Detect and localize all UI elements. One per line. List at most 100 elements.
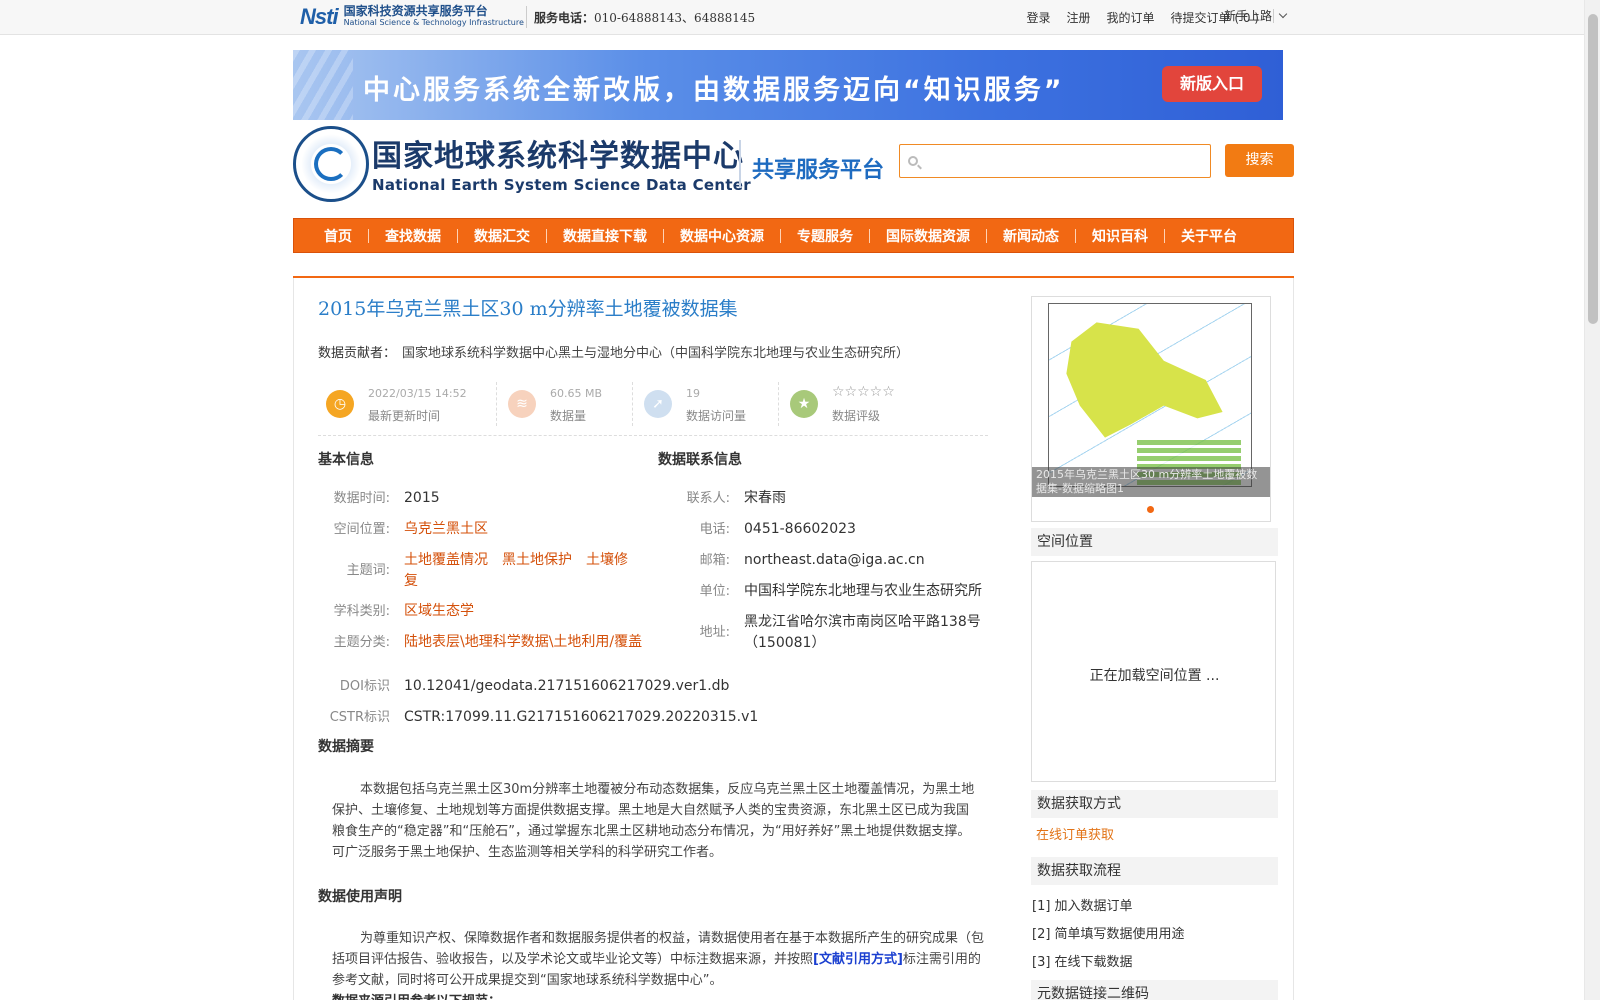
phone-value: 0451-86602023 [744, 521, 856, 537]
nav-item-data-submission[interactable]: 数据汇交 [474, 226, 563, 246]
visit-icon: ➚ [644, 390, 672, 418]
nav-item-direct-download[interactable]: 数据直接下载 [563, 226, 680, 246]
nsti-logo[interactable]: Nsti 国家科技资源共享服务平台 National Science & Tec… [300, 3, 524, 31]
star-icon: ★ [790, 390, 818, 418]
person-value: 宋春雨 [744, 490, 786, 506]
keywords-key: 主题词: [346, 563, 390, 578]
online-order-link[interactable]: 在线订单获取 [1036, 824, 1114, 843]
rating-label: 数据评级 [832, 409, 881, 423]
register-link[interactable]: 注册 [1067, 9, 1091, 26]
time-value: 2015 [404, 490, 440, 506]
keywords-links-cont[interactable]: 复 [404, 571, 418, 592]
chevron-down-icon [1278, 9, 1288, 19]
nav-item-center-resources[interactable]: 数据中心资源 [680, 226, 797, 246]
subject-link[interactable]: 区域生态学 [404, 601, 474, 622]
site-title-cn: 国家地球系统科学数据中心 [372, 139, 744, 174]
rating-stars[interactable]: ☆☆☆☆☆ [832, 384, 895, 400]
nav-label: 数据中心资源 [680, 228, 764, 245]
citation-format-link[interactable]: [文献引用方式] [813, 952, 903, 967]
divider [632, 382, 633, 426]
address-zip: （150081） [744, 635, 826, 651]
banner-decoration [293, 50, 353, 120]
promo-banner[interactable]: 中心服务系统全新改版，由数据服务迈向“知识服务” 新版入口 [293, 50, 1283, 120]
space-link[interactable]: 乌克兰黑土区 [404, 519, 488, 540]
nav-label: 专题服务 [797, 228, 853, 245]
nav-label: 关于平台 [1181, 228, 1237, 245]
layers-icon: ≋ [508, 390, 536, 418]
page-scrollbar[interactable] [1584, 0, 1600, 1000]
newbie-label: 新手上路 [1224, 9, 1273, 23]
scrollbar-thumb[interactable] [1588, 14, 1598, 324]
site-title-en: National Earth System Science Data Cente… [372, 176, 751, 194]
divider [526, 6, 527, 28]
size-label: 数据量 [550, 409, 587, 423]
step-add-to-order[interactable]: [1] 加入数据订单 [1032, 895, 1133, 914]
divider [739, 140, 741, 188]
updated-value: 2022/03/15 14:52 [368, 387, 467, 400]
person-key: 联系人: [686, 491, 730, 506]
abstract-heading: 数据摘要 [318, 739, 374, 755]
address-key: 地址: [699, 625, 730, 640]
visits-value: 19 [686, 387, 700, 400]
thumbnail-carousel[interactable]: 2015年乌克兰黑土区30 m分辨率土地覆被数据集-数据缩略图1 [1031, 296, 1271, 522]
step-fill-usage[interactable]: [2] 简单填写数据使用用途 [1032, 923, 1185, 942]
search-button[interactable]: 搜索 [1225, 144, 1294, 177]
nav-item-about[interactable]: 关于平台 [1181, 226, 1237, 246]
time-key: 数据时间: [333, 491, 390, 506]
login-link[interactable]: 登录 [1027, 9, 1051, 26]
divider [663, 228, 664, 243]
nsti-logo-en: National Science & Technology Infrastruc… [343, 18, 524, 27]
access-heading: 数据获取方式 [1031, 790, 1278, 818]
keywords-links[interactable]: 土地覆盖情况 黑土地保护 土壤修 [404, 550, 628, 571]
nav-label: 知识百科 [1092, 228, 1148, 245]
service-phone: 服务电话：010-64888143、64888145 [534, 9, 755, 26]
divider [986, 228, 987, 243]
updated-label: 最新更新时间 [368, 409, 441, 423]
data-center-logo[interactable] [293, 126, 369, 202]
newbie-dropdown[interactable]: 新手上路 [1224, 7, 1288, 24]
nav-item-find-data[interactable]: 查找数据 [385, 226, 474, 246]
nav-label: 首页 [324, 228, 352, 245]
nav-item-home[interactable]: 首页 [324, 226, 385, 246]
divider [1164, 228, 1165, 243]
main-nav: 首页 查找数据 数据汇交 数据直接下载 数据中心资源 专题服务 国际数据资源 新… [293, 218, 1294, 253]
size-value: 60.65 MB [550, 387, 603, 400]
divider [546, 228, 547, 243]
nav-item-news[interactable]: 新闻动态 [1003, 226, 1092, 246]
address-value: 黑龙江省哈尔滨市南岗区哈平路138号 [744, 614, 981, 630]
nav-item-wiki[interactable]: 知识百科 [1092, 226, 1181, 246]
clock-icon: ◷ [326, 390, 354, 418]
thumbnail-caption: 2015年乌克兰黑土区30 m分辨率土地覆被数据集-数据缩略图1 [1032, 467, 1270, 497]
category-link[interactable]: 陆地表层\地理科学数据\土地利用/覆盖 [404, 632, 642, 653]
divider [496, 382, 497, 426]
usage-heading: 数据使用声明 [318, 889, 402, 905]
qr-heading: 元数据链接二维码 [1031, 980, 1278, 1000]
search-input[interactable] [924, 151, 1204, 173]
carousel-dot[interactable] [1147, 506, 1154, 513]
thumbnail-map-image [1048, 303, 1252, 487]
nav-item-international[interactable]: 国际数据资源 [886, 226, 1003, 246]
subject-key: 学科类别: [333, 604, 390, 619]
doi-value: 10.12041/geodata.217151606217029.ver1.db [404, 678, 730, 694]
my-orders-link[interactable]: 我的订单 [1107, 9, 1155, 26]
doi-key: DOI标识 [339, 679, 390, 694]
new-version-button[interactable]: 新版入口 [1162, 66, 1262, 102]
phone-value: 010-64888143、64888145 [594, 11, 756, 25]
divider [368, 228, 369, 243]
contributor-value: 国家地球系统科学数据中心黑土与湿地分中心（中国科学院东北地理与农业生态研究所） [402, 346, 910, 361]
dataset-stats: ◷ 2022/03/15 14:52 最新更新时间 ≋ 60.65 MB 数据量… [318, 380, 988, 436]
step-download[interactable]: [3] 在线下载数据 [1032, 951, 1133, 970]
stat-updated: ◷ 2022/03/15 14:52 最新更新时间 [318, 382, 488, 426]
unit-key: 单位: [699, 584, 730, 599]
spatial-map[interactable]: 正在加载空间位置 ... [1031, 561, 1276, 782]
email-key: 邮箱: [699, 553, 730, 568]
contributor-label: 数据贡献者： [318, 346, 397, 361]
top-bar: Nsti 国家科技资源共享服务平台 National Science & Tec… [0, 0, 1584, 35]
phone-label: 服务电话： [534, 11, 595, 25]
site-title[interactable]: 国家地球系统科学数据中心 National Earth System Scien… [372, 139, 751, 195]
nsti-logo-mark: Nsti [300, 4, 339, 29]
contact-info-heading: 数据联系信息 [658, 452, 742, 468]
search-icon [908, 156, 918, 166]
nav-item-topic-services[interactable]: 专题服务 [797, 226, 886, 246]
spatial-loading-text: 正在加载空间位置 ... [1089, 668, 1220, 684]
